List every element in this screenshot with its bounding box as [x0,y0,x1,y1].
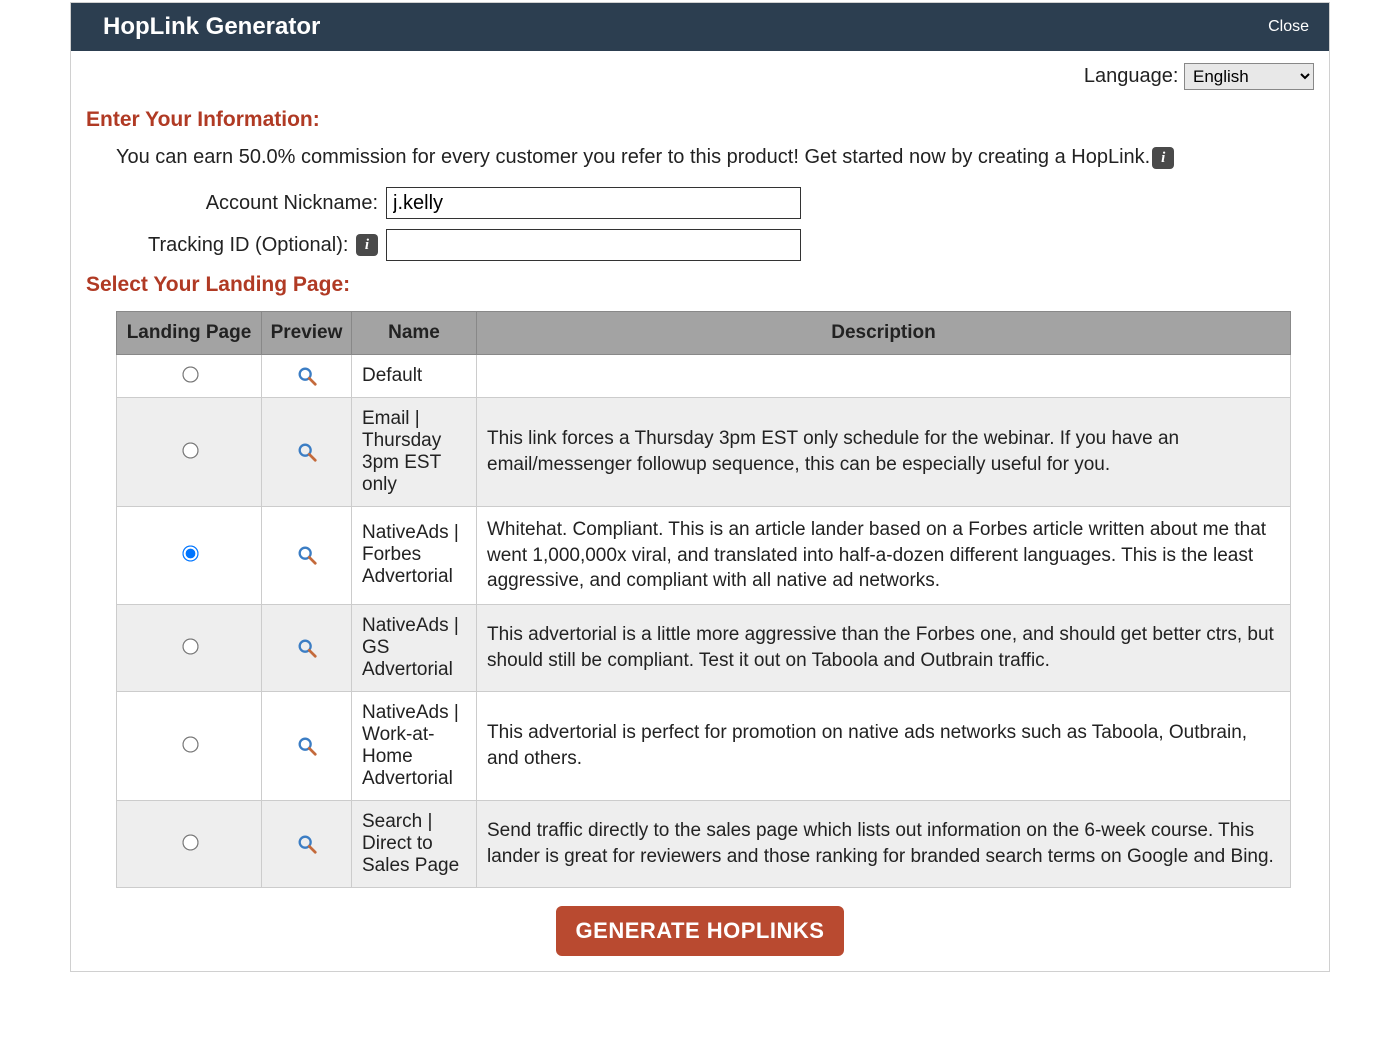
info-icon[interactable]: i [356,234,378,256]
name-cell: NativeAds | Forbes Advertorial [352,507,477,605]
landing-radio[interactable] [182,366,198,382]
name-cell: Search | Direct to Sales Page [352,800,477,887]
preview-cell [262,800,352,887]
preview-cell [262,398,352,507]
preview-cell [262,604,352,691]
description-cell [477,355,1291,398]
preview-cell [262,355,352,398]
section-enter-info: Enter Your Information: [86,108,1314,132]
th-description: Description [477,312,1291,355]
info-icon[interactable]: i [1152,147,1174,169]
magnify-icon[interactable] [296,365,318,386]
landing-radio[interactable] [182,638,198,654]
landing-radio[interactable] [182,442,198,458]
nickname-row: Account Nickname: [86,187,1314,219]
table-row: NativeAds | Work-at-Home AdvertorialThis… [117,691,1291,800]
th-landing: Landing Page [117,312,262,355]
preview-cell [262,691,352,800]
nickname-label: Account Nickname: [86,192,386,215]
magnify-icon[interactable] [296,637,318,658]
table-row: NativeAds | Forbes AdvertorialWhitehat. … [117,507,1291,605]
tracking-label: Tracking ID (Optional): i [86,234,386,257]
description-cell: Send traffic directly to the sales page … [477,800,1291,887]
magnify-icon[interactable] [296,735,318,756]
section-landing-page: Select Your Landing Page: [86,273,1314,297]
nickname-input[interactable] [386,187,801,219]
landing-radio[interactable] [182,546,198,562]
modal-header: HopLink Generator Close [71,3,1329,51]
table-row: NativeAds | GS AdvertorialThis advertori… [117,604,1291,691]
table-row: Default [117,355,1291,398]
language-label: Language: [1084,65,1179,87]
landing-table: Landing Page Preview Name Description De… [116,311,1291,888]
landing-radio-cell [117,691,262,800]
description-cell: This advertorial is a little more aggres… [477,604,1291,691]
language-select[interactable]: English [1184,63,1314,90]
landing-radio[interactable] [182,736,198,752]
intro-text: You can earn 50.0% commission for every … [116,146,1314,169]
preview-cell [262,507,352,605]
magnify-icon[interactable] [296,441,318,462]
table-row: Search | Direct to Sales PageSend traffi… [117,800,1291,887]
close-button[interactable]: Close [1268,18,1309,36]
magnify-icon[interactable] [296,833,318,854]
generate-hoplinks-button[interactable]: GENERATE HOPLINKS [556,906,845,956]
name-cell: Default [352,355,477,398]
tracking-input[interactable] [386,229,801,261]
landing-radio[interactable] [182,834,198,850]
description-cell: Whitehat. Compliant. This is an article … [477,507,1291,605]
name-cell: NativeAds | GS Advertorial [352,604,477,691]
hoplink-modal: HopLink Generator Close Language: Englis… [70,2,1330,972]
tracking-row: Tracking ID (Optional): i [86,229,1314,261]
modal-body: Language: English Enter Your Information… [71,51,1329,971]
magnify-icon[interactable] [296,544,318,565]
landing-radio-cell [117,604,262,691]
landing-radio-cell [117,355,262,398]
generate-wrap: GENERATE HOPLINKS [86,906,1314,956]
landing-radio-cell [117,507,262,605]
language-row: Language: English [86,63,1314,90]
name-cell: NativeAds | Work-at-Home Advertorial [352,691,477,800]
modal-title: HopLink Generator [103,13,320,41]
description-cell: This link forces a Thursday 3pm EST only… [477,398,1291,507]
landing-radio-cell [117,800,262,887]
description-cell: This advertorial is perfect for promotio… [477,691,1291,800]
th-name: Name [352,312,477,355]
landing-radio-cell [117,398,262,507]
name-cell: Email | Thursday 3pm EST only [352,398,477,507]
th-preview: Preview [262,312,352,355]
table-row: Email | Thursday 3pm EST onlyThis link f… [117,398,1291,507]
